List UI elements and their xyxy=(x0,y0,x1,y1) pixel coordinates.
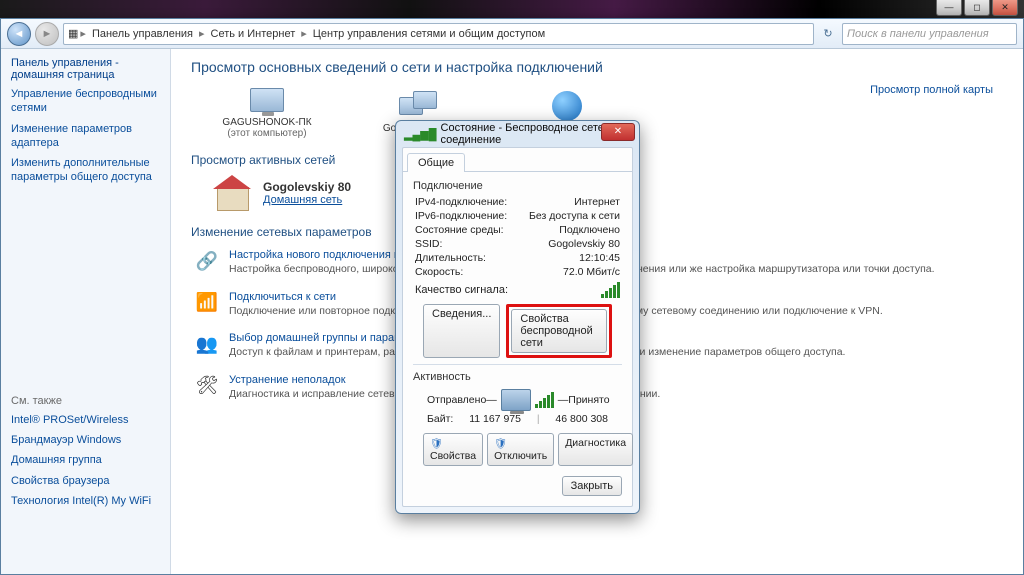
page-title: Просмотр основных сведений о сети и наст… xyxy=(191,59,1003,75)
signal-label: Качество сигнала: xyxy=(415,284,508,296)
shield-icon: 🛡 xyxy=(494,438,507,450)
bytes-label: Байт: xyxy=(427,413,453,425)
row-k: SSID: xyxy=(415,238,442,250)
arrow-icon: — xyxy=(486,394,497,406)
sidebar-also-proset[interactable]: Intel® PROSet/Wireless xyxy=(11,413,160,427)
row-k: Длительность: xyxy=(415,252,486,264)
close-button[interactable]: ✕ xyxy=(992,0,1018,16)
house-icon xyxy=(211,175,253,211)
row-v: 12:10:45 xyxy=(579,252,620,264)
details-button[interactable]: Сведения... xyxy=(423,304,500,358)
troubleshoot-icon: 🛠 xyxy=(195,374,219,398)
network-icon xyxy=(399,91,435,121)
signal-bars-icon xyxy=(601,282,620,298)
separator xyxy=(413,364,622,365)
properties-button[interactable]: 🛡Свойства xyxy=(423,433,483,466)
group-connection: Подключение xyxy=(413,180,622,192)
breadcrumb-seg[interactable]: Центр управления сетями и общим доступом xyxy=(309,28,549,40)
tab-general[interactable]: Общие xyxy=(407,153,465,172)
address-bar: ◄ ► ▦ ▸ Панель управления ▸ Сеть и Интер… xyxy=(1,19,1023,49)
status-dialog: ▂▄▆█ Состояние - Беспроводное сетевое со… xyxy=(395,120,640,514)
window-controls: — ◻ ✕ xyxy=(936,0,1018,16)
sidebar-home[interactable]: Панель управления - домашняя страница xyxy=(11,57,160,81)
row-v: Подключено xyxy=(559,224,620,236)
row-v: Интернет xyxy=(574,196,620,208)
row-v: Без доступа к сети xyxy=(529,210,620,222)
disable-button[interactable]: 🛡Отключить xyxy=(487,433,554,466)
diagnose-button[interactable]: Диагностика xyxy=(558,433,633,466)
breadcrumb[interactable]: ▦ ▸ Панель управления ▸ Сеть и Интернет … xyxy=(63,23,814,45)
highlight-box: Свойства беспроводной сети xyxy=(506,304,612,358)
back-button[interactable]: ◄ xyxy=(7,22,31,46)
signal-bars-icon xyxy=(535,392,554,408)
recv-label: Принято xyxy=(568,394,609,406)
bytes-recv: 46 800 308 xyxy=(555,413,608,425)
sidebar-also-firewall[interactable]: Брандмауэр Windows xyxy=(11,433,160,447)
row-k: IPv4-подключение: xyxy=(415,196,507,208)
connection-icon: 🔗 xyxy=(195,249,219,273)
close-dialog-button[interactable]: Закрыть xyxy=(562,476,622,496)
dialog-titlebar[interactable]: ▂▄▆█ Состояние - Беспроводное сетевое со… xyxy=(396,121,639,147)
globe-icon xyxy=(552,91,582,121)
sidebar-also-homegroup[interactable]: Домашняя группа xyxy=(11,453,160,467)
sent-label: Отправлено xyxy=(427,394,486,406)
row-k: Скорость: xyxy=(415,266,463,278)
arrow-icon: — xyxy=(558,394,569,406)
forward-button[interactable]: ► xyxy=(35,22,59,46)
refresh-icon[interactable]: ↻ xyxy=(818,27,838,40)
sidebar-link-sharing[interactable]: Изменить дополнительные параметры общего… xyxy=(11,156,160,185)
active-network-name: Gogolevskiy 80 xyxy=(263,180,351,194)
signal-icon: ▂▄▆█ xyxy=(404,128,437,141)
node-this-pc: GAGUSHONOK-ПК (этот компьютер) xyxy=(217,85,317,139)
computer-icon xyxy=(501,389,531,411)
control-panel-icon: ▦ xyxy=(68,27,78,40)
see-also-label: См. также xyxy=(11,395,160,407)
connect-icon: 📶 xyxy=(195,291,219,315)
dialog-tabs: Общие xyxy=(403,148,632,172)
row-k: IPv6-подключение: xyxy=(415,210,507,222)
sidebar: Панель управления - домашняя страница Уп… xyxy=(1,49,171,574)
shield-icon: 🛡 xyxy=(430,438,443,450)
active-network-type[interactable]: Домашняя сеть xyxy=(263,194,342,206)
sidebar-also-browser[interactable]: Свойства браузера xyxy=(11,474,160,488)
dialog-close-button[interactable]: ✕ xyxy=(601,123,635,141)
homegroup-icon: 👥 xyxy=(195,332,219,356)
full-map-link[interactable]: Просмотр полной карты xyxy=(870,84,993,96)
row-v: Gogolevskiy 80 xyxy=(548,238,620,250)
sidebar-link-wireless[interactable]: Управление беспроводными сетями xyxy=(11,87,160,116)
row-k: Состояние среды: xyxy=(415,224,504,236)
maximize-button[interactable]: ◻ xyxy=(964,0,990,16)
minimize-button[interactable]: — xyxy=(936,0,962,16)
task-link[interactable]: Подключиться к сети xyxy=(229,291,336,303)
task-link[interactable]: Устранение неполадок xyxy=(229,374,346,386)
wireless-properties-button[interactable]: Свойства беспроводной сети xyxy=(511,309,607,353)
sidebar-also-mywifi[interactable]: Технология Intel(R) My WiFi xyxy=(11,494,160,508)
group-activity: Активность xyxy=(413,371,622,383)
search-input[interactable]: Поиск в панели управления xyxy=(842,23,1017,45)
computer-icon xyxy=(250,88,284,112)
sidebar-link-adapter[interactable]: Изменение параметров адаптера xyxy=(11,122,160,151)
breadcrumb-seg[interactable]: Сеть и Интернет xyxy=(207,28,300,40)
row-v: 72.0 Мбит/с xyxy=(563,266,620,278)
bytes-sent: 11 167 975 xyxy=(469,413,521,425)
breadcrumb-seg[interactable]: Панель управления xyxy=(88,28,197,40)
